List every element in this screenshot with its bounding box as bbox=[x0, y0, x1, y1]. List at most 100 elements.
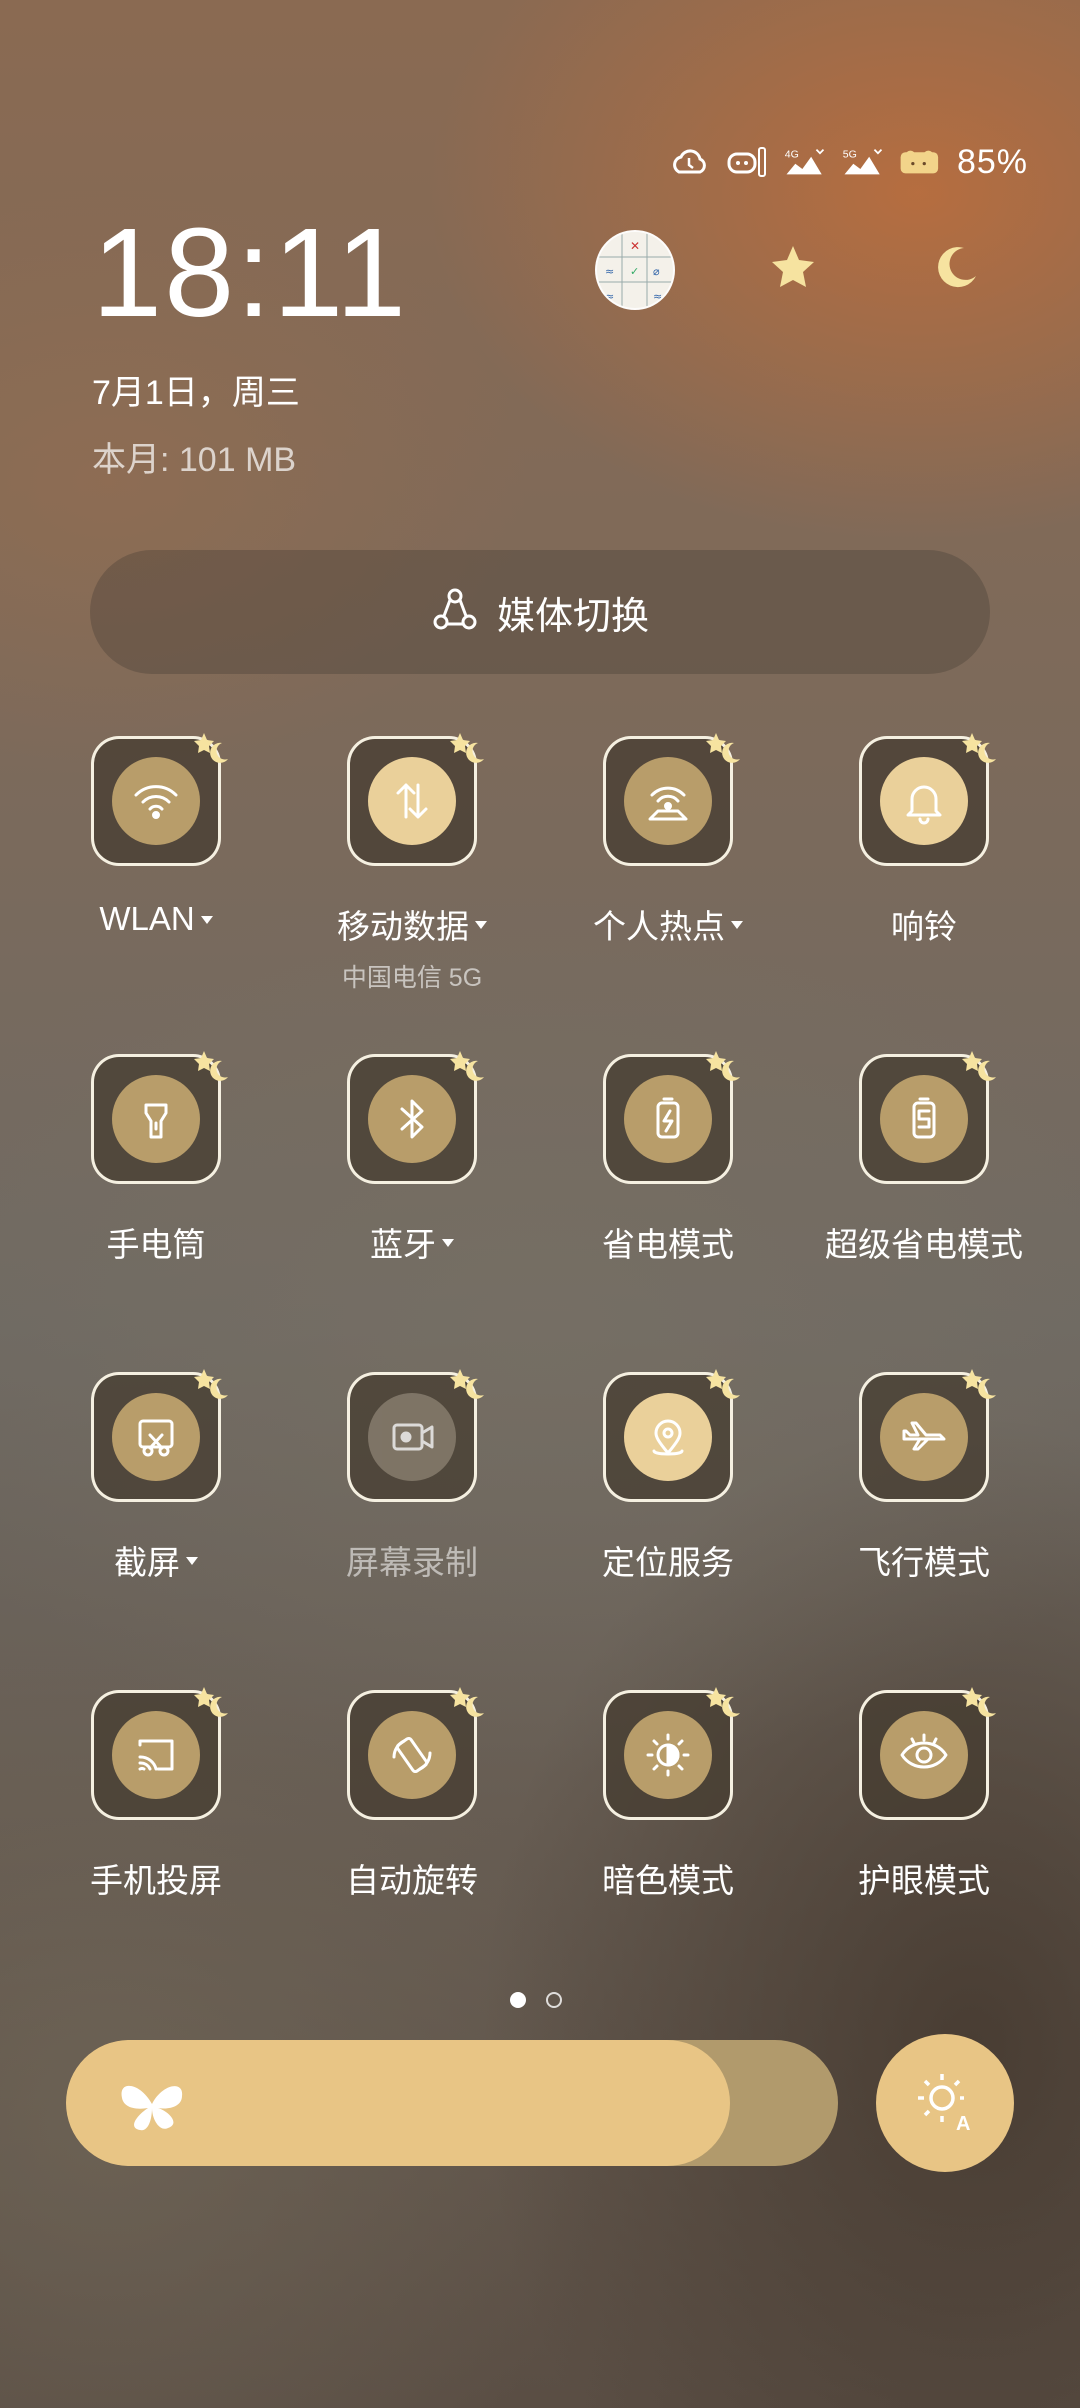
star-icon[interactable] bbox=[755, 230, 831, 306]
dark-mode-icon bbox=[624, 1711, 712, 1799]
mobile-data-icon bbox=[368, 757, 456, 845]
svg-text:≈: ≈ bbox=[605, 265, 614, 278]
tile-label-row: 超级省电模式 bbox=[796, 1218, 1052, 1266]
tile-label-row: 飞行模式 bbox=[796, 1536, 1052, 1584]
bell-icon bbox=[880, 757, 968, 845]
tile-button[interactable] bbox=[603, 1687, 740, 1820]
media-switch-button[interactable]: 媒体切换 bbox=[90, 550, 990, 674]
chevron-down-icon[interactable] bbox=[475, 921, 487, 929]
eye-care-icon bbox=[880, 1711, 968, 1799]
media-switch-icon bbox=[431, 586, 479, 639]
battery-percentage: 85% bbox=[956, 142, 1028, 181]
airplane-icon bbox=[880, 1393, 968, 1481]
tile-label-row: 蓝牙 bbox=[284, 1218, 540, 1266]
moon-icon[interactable] bbox=[918, 230, 994, 306]
location-icon bbox=[624, 1393, 712, 1481]
auto-brightness-button[interactable]: A bbox=[876, 2034, 1014, 2172]
sim-icon bbox=[725, 144, 769, 180]
tile-button[interactable] bbox=[91, 733, 228, 866]
tile-sublabel: 中国电信 5G bbox=[341, 964, 483, 992]
butterfly-icon bbox=[110, 2062, 194, 2146]
tile-button[interactable] bbox=[347, 1369, 484, 1502]
page-dot-2[interactable] bbox=[546, 1992, 562, 2008]
tile-cast[interactable]: 手机投屏 bbox=[28, 1687, 284, 1902]
signal-4g-icon: 4G bbox=[783, 144, 827, 180]
clock-time[interactable]: 18:11 bbox=[92, 210, 408, 336]
tile-label: 飞行模式 bbox=[858, 1544, 990, 1581]
tile-label-row: 定位服务 bbox=[540, 1536, 796, 1584]
tile-button[interactable] bbox=[347, 733, 484, 866]
tile-airplane[interactable]: 飞行模式 bbox=[796, 1369, 1052, 1584]
svg-text:5G: 5G bbox=[843, 149, 857, 161]
tile-label-row: 移动数据 bbox=[284, 900, 540, 948]
tile-label: 自动旋转 bbox=[346, 1862, 478, 1899]
tile-button[interactable] bbox=[603, 733, 740, 866]
tile-label: 定位服务 bbox=[602, 1544, 734, 1581]
tile-location[interactable]: 定位服务 bbox=[540, 1369, 796, 1584]
tile-label: 省电模式 bbox=[602, 1226, 734, 1263]
tile-button[interactable] bbox=[603, 1369, 740, 1502]
tile-label: 手电筒 bbox=[106, 1226, 206, 1263]
status-bar: 4G 5G 85% bbox=[667, 140, 1028, 184]
tile-mobile-data[interactable]: 移动数据中国电信 5G bbox=[284, 733, 540, 994]
tile-button[interactable] bbox=[347, 1687, 484, 1820]
svg-text:✕: ✕ bbox=[630, 239, 640, 253]
screenshot-icon bbox=[112, 1393, 200, 1481]
cast-icon bbox=[112, 1711, 200, 1799]
svg-text:A: A bbox=[956, 2113, 970, 2134]
tile-label-row: 省电模式 bbox=[540, 1218, 796, 1266]
media-switch-label: 媒体切换 bbox=[496, 595, 649, 638]
chevron-down-icon[interactable] bbox=[442, 1239, 454, 1247]
super-saver-icon bbox=[880, 1075, 968, 1163]
svg-text:✓: ✓ bbox=[630, 265, 639, 278]
tile-dark-mode[interactable]: 暗色模式 bbox=[540, 1687, 796, 1902]
tile-screenshot[interactable]: 截屏 bbox=[28, 1369, 284, 1584]
tile-button[interactable] bbox=[91, 1369, 228, 1502]
tile-label: 响铃 bbox=[891, 908, 957, 945]
tile-super-saver[interactable]: 超级省电模式 bbox=[796, 1051, 1052, 1266]
tile-hotspot[interactable]: 个人热点 bbox=[540, 733, 796, 948]
tile-label: 超级省电模式 bbox=[825, 1226, 1023, 1263]
tile-button[interactable] bbox=[859, 1687, 996, 1820]
tile-label-row: 个人热点 bbox=[540, 900, 796, 948]
tile-eye-care[interactable]: 护眼模式 bbox=[796, 1687, 1052, 1902]
tile-button[interactable] bbox=[859, 733, 996, 866]
tile-button[interactable] bbox=[859, 1051, 996, 1184]
avatar[interactable]: ✕ ≈ ✓ ⌀ ≈ ≈ bbox=[595, 230, 675, 310]
date-text[interactable]: 7月1日，周三 bbox=[92, 365, 300, 414]
chevron-down-icon[interactable] bbox=[200, 916, 213, 924]
chevron-down-icon[interactable] bbox=[186, 1557, 198, 1565]
tile-button[interactable] bbox=[91, 1051, 228, 1184]
tile-flashlight[interactable]: 手电筒 bbox=[28, 1051, 284, 1266]
auto-brightness-icon: A bbox=[912, 2068, 978, 2139]
tile-label: 屏幕录制 bbox=[346, 1544, 478, 1581]
tile-label-row: 截屏 bbox=[28, 1536, 284, 1584]
tile-wifi[interactable]: WLAN bbox=[28, 733, 284, 938]
brightness-slider[interactable] bbox=[66, 2040, 838, 2166]
tile-label: 暗色模式 bbox=[602, 1862, 734, 1899]
tile-button[interactable] bbox=[859, 1369, 996, 1502]
tile-label-row: 自动旋转 bbox=[284, 1854, 540, 1902]
page-dot-1[interactable] bbox=[510, 1992, 526, 2008]
tile-screen-record[interactable]: 屏幕录制 bbox=[284, 1369, 540, 1584]
tile-auto-rotate[interactable]: 自动旋转 bbox=[284, 1687, 540, 1902]
chevron-down-icon[interactable] bbox=[731, 921, 743, 929]
battery-icon bbox=[899, 144, 943, 180]
tile-label: 个人热点 bbox=[593, 908, 725, 945]
data-usage-text[interactable]: 本月: 101 MB bbox=[92, 432, 296, 481]
tile-button[interactable] bbox=[91, 1687, 228, 1820]
tile-label: 手机投屏 bbox=[90, 1862, 222, 1899]
tile-bell[interactable]: 响铃 bbox=[796, 733, 1052, 948]
tile-button[interactable] bbox=[347, 1051, 484, 1184]
page-indicator bbox=[510, 1992, 562, 2008]
tile-battery-saver[interactable]: 省电模式 bbox=[540, 1051, 796, 1266]
signal-5g-icon: 5G bbox=[841, 144, 885, 180]
alarm-cloud-icon bbox=[667, 144, 711, 180]
bluetooth-icon bbox=[368, 1075, 456, 1163]
tile-button[interactable] bbox=[603, 1051, 740, 1184]
tile-label: WLAN bbox=[99, 900, 195, 937]
tile-bluetooth[interactable]: 蓝牙 bbox=[284, 1051, 540, 1266]
tile-label-row: 手电筒 bbox=[28, 1218, 284, 1266]
tile-label-row: 屏幕录制 bbox=[284, 1536, 540, 1584]
battery-saver-icon bbox=[624, 1075, 712, 1163]
